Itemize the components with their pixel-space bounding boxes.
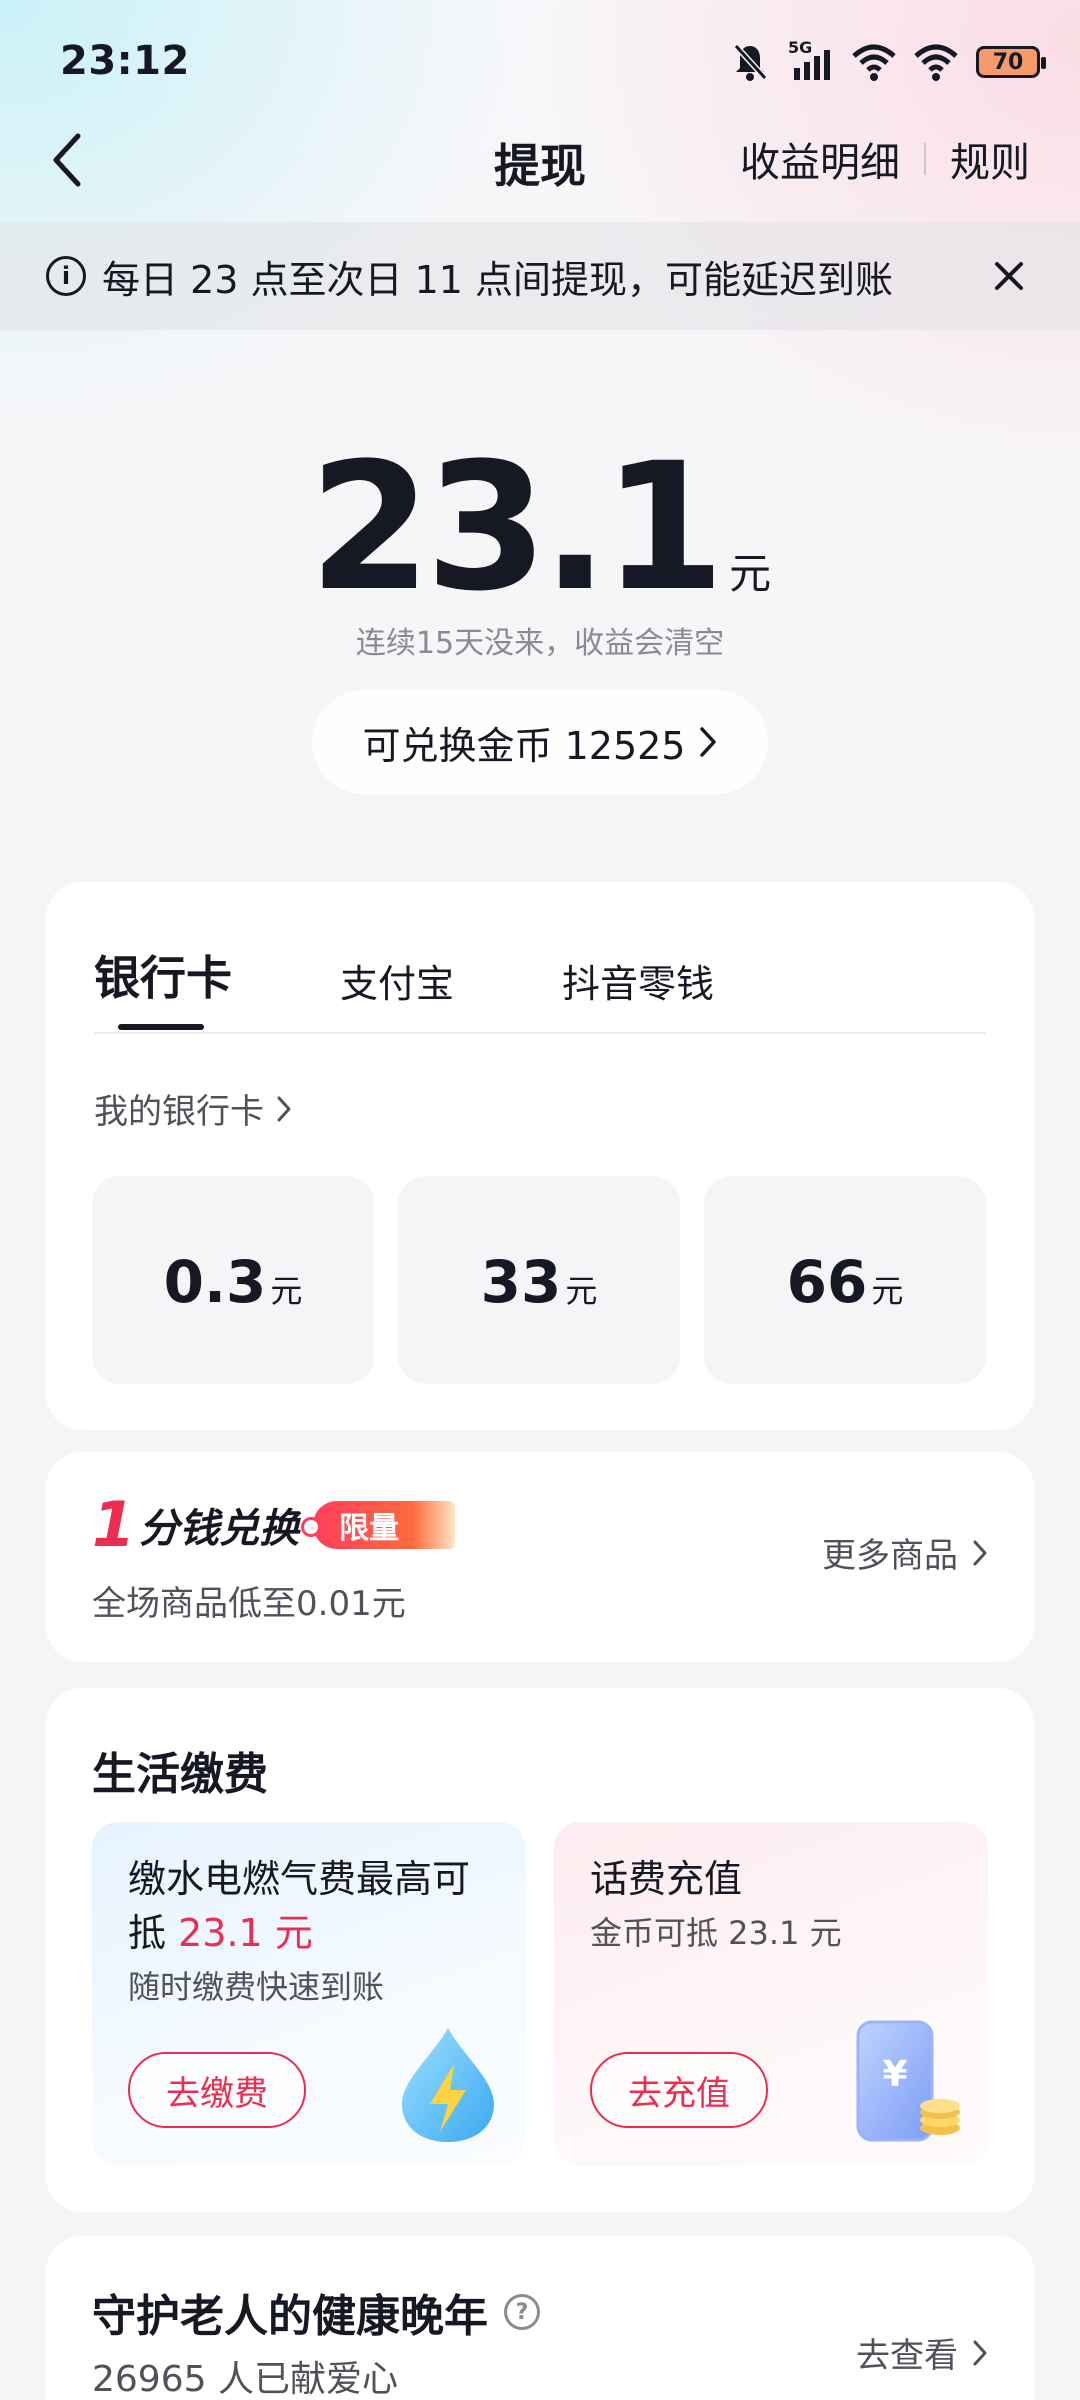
amount-value: 33 — [480, 1248, 562, 1316]
svg-text:¥: ¥ — [882, 2054, 907, 2095]
phone-recharge-title: 话费充值 — [590, 1857, 743, 1901]
amount-unit: 元 — [871, 1272, 904, 1310]
info-icon: i — [46, 256, 86, 296]
elder-care-title: 守护老人的健康晚年 ? — [92, 2280, 540, 2344]
utility-subtitle: 随时缴费快速到账 — [128, 1968, 385, 2006]
amount-option[interactable]: 33 元 — [398, 1176, 680, 1384]
tab-divider — [94, 1032, 986, 1034]
cellular-signal-icon: 5G — [786, 38, 834, 82]
help-icon[interactable]: ? — [504, 2294, 540, 2330]
chevron-right-icon — [277, 1096, 291, 1121]
status-icons: 5G 70 — [732, 38, 1046, 86]
exchange-coins-button[interactable]: 可兑换金币 12525 — [312, 690, 768, 794]
wifi-icon-secondary — [914, 44, 958, 81]
tab-alipay[interactable]: 支付宝 — [340, 953, 454, 1008]
nav-actions: 收益明细 规则 — [740, 130, 1030, 188]
life-payment-card: 生活缴费 缴水电燃气费最高可抵 23.1 元 随时缴费快速到账 去缴费 话费充值… — [46, 1688, 1034, 2212]
back-button[interactable] — [52, 128, 100, 192]
promo-subtitle: 全场商品低至0.01元 — [92, 1584, 406, 1624]
battery-icon: 70 — [976, 46, 1046, 78]
recharge-button[interactable]: 去充值 — [590, 2052, 768, 2128]
notice-text: 每日 23 点至次日 11 点间提现，可能延迟到账 — [102, 257, 894, 302]
pay-utility-button[interactable]: 去缴费 — [128, 2052, 306, 2128]
phone-yuan-icon: ¥ — [856, 2020, 960, 2142]
elder-care-card[interactable]: 守护老人的健康晚年 ? 26965 人已献爱心 去查看 — [46, 2236, 1034, 2400]
phone-recharge-tile[interactable]: 话费充值 金币可抵 23.1 元 去充值 ¥ — [554, 1822, 988, 2166]
more-products-label: 更多商品 — [822, 1536, 958, 1576]
balance-amount: 23.1 — [308, 425, 725, 630]
amount-unit: 元 — [565, 1272, 598, 1310]
nav-divider — [924, 143, 926, 175]
amount-options: 0.3 元 33 元 66 元 — [92, 1176, 986, 1384]
utility-title: 缴水电燃气费最高可抵 23.1 元 — [128, 1852, 496, 1960]
limited-tag-label: 限量 — [339, 1511, 400, 1546]
exchange-coins-label: 可兑换金币 12525 — [362, 723, 686, 768]
elder-care-subtitle: 26965 人已献爱心 — [92, 2359, 398, 2400]
chevron-right-icon — [700, 727, 717, 757]
chevron-right-icon — [973, 2340, 987, 2365]
balance-display: 23.1 元 — [0, 440, 1080, 616]
elder-care-title-text: 守护老人的健康晚年 — [92, 2291, 488, 2342]
rules-link[interactable]: 规则 — [950, 130, 1030, 188]
close-notice-button[interactable] — [984, 251, 1034, 301]
chevron-left-icon — [53, 133, 81, 187]
status-time: 23:12 — [60, 38, 190, 84]
wifi-icon — [852, 44, 896, 81]
my-bank-card-label: 我的银行卡 — [94, 1092, 264, 1132]
phone-recharge-subtitle: 金币可抵 23.1 元 — [590, 1914, 842, 1952]
tab-douyin-wallet[interactable]: 抖音零钱 — [562, 953, 714, 1008]
life-payment-title: 生活缴费 — [92, 1749, 268, 1800]
utility-title-amount: 23.1 元 — [178, 1911, 313, 1955]
expire-hint: 连续15天没来，收益会清空 — [355, 626, 725, 661]
amount-value: 0.3 — [163, 1248, 267, 1316]
amount-value: 66 — [786, 1248, 868, 1316]
amount-option[interactable]: 0.3 元 — [92, 1176, 374, 1384]
view-elder-care-link[interactable]: 去查看 — [856, 2328, 988, 2377]
my-bank-card-link[interactable]: 我的银行卡 — [94, 1084, 292, 1133]
mute-bell-icon — [733, 43, 768, 81]
one-cent-exchange-card[interactable]: 1 分钱兑换 限量 全场商品低至0.01元 更多商品 — [46, 1452, 1034, 1662]
water-drop-lightning-icon — [402, 2028, 494, 2142]
battery-level: 70 — [992, 49, 1024, 75]
close-icon — [995, 262, 1023, 290]
amount-unit: 元 — [270, 1272, 303, 1310]
balance-unit: 元 — [729, 549, 772, 598]
tab-bank-card[interactable]: 银行卡 — [94, 942, 232, 1008]
amount-option[interactable]: 66 元 — [704, 1176, 986, 1384]
promo-title: 1 分钱兑换 限量 — [92, 1488, 456, 1561]
view-label: 去查看 — [856, 2336, 958, 2376]
withdraw-tabs: 银行卡 支付宝 抖音零钱 — [94, 942, 714, 1008]
limited-tag: 限量 — [301, 1501, 456, 1549]
earnings-detail-link[interactable]: 收益明细 — [740, 130, 900, 188]
active-tab-indicator — [118, 1024, 204, 1030]
more-products-link[interactable]: 更多商品 — [822, 1528, 988, 1577]
promo-title-number: 1 — [92, 1488, 136, 1561]
notice-banner: i 每日 23 点至次日 11 点间提现，可能延迟到账 — [0, 222, 1080, 330]
promo-title-text: 分钱兑换 — [139, 1506, 300, 1552]
utility-payment-tile[interactable]: 缴水电燃气费最高可抵 23.1 元 随时缴费快速到账 去缴费 — [92, 1822, 526, 2166]
chevron-right-icon — [973, 1540, 987, 1565]
withdraw-method-card: 银行卡 支付宝 抖音零钱 我的银行卡 0.3 元 33 元 66 元 — [46, 882, 1034, 1430]
